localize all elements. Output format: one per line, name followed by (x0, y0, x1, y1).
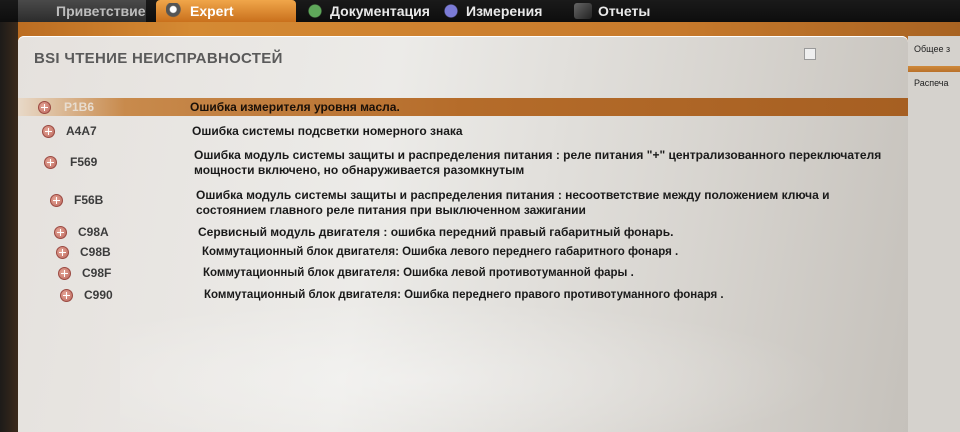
expand-plus-icon[interactable] (56, 246, 69, 259)
fault-code: P1B6 (64, 100, 95, 114)
panel-minimize-button[interactable] (804, 48, 816, 60)
fault-row[interactable]: F56B Ошибка модуль системы защиты и расп… (18, 188, 908, 224)
tab-measurements-label: Измерения (466, 3, 543, 19)
fault-row[interactable]: C98B Коммутационный блок двигателя: Ошиб… (18, 244, 908, 262)
panel-title: BSI ЧТЕНИЕ НЕИСПРАВНОСТЕЙ (34, 50, 283, 67)
left-edge (0, 22, 18, 432)
expand-plus-icon[interactable] (58, 267, 71, 280)
expand-plus-icon[interactable] (44, 156, 57, 169)
fault-code: C98F (82, 266, 112, 280)
expand-plus-icon[interactable] (60, 289, 73, 302)
side-separator (908, 66, 960, 72)
fault-code: F569 (70, 155, 98, 169)
fault-description: Ошибка модуль системы защиты и распредел… (196, 188, 830, 217)
tab-expert-label: Expert (190, 3, 234, 19)
fault-code: A4A7 (66, 124, 97, 138)
expand-plus-icon[interactable] (54, 226, 67, 239)
tab-reports[interactable]: Отчеты (574, 0, 650, 22)
fault-row[interactable]: C990 Коммутационный блок двигателя: Ошиб… (18, 287, 908, 305)
fault-description: Ошибка измерителя уровня масла. (190, 100, 400, 114)
tab-measurements[interactable]: Измерения (442, 0, 542, 22)
fault-row[interactable]: F569 Ошибка модуль системы защиты и расп… (18, 148, 908, 184)
fault-description: Ошибка системы подсветки номерного знака (192, 124, 463, 138)
fault-description: Сервисный модуль двигателя : ошибка пере… (198, 225, 674, 239)
fault-code: C98A (78, 225, 109, 239)
tab-welcome-label: Приветствие (56, 3, 146, 19)
fault-description: Коммутационный блок двигателя: Ошибка пе… (204, 289, 724, 301)
tab-reports-label: Отчеты (598, 3, 651, 19)
expert-icon (166, 3, 184, 19)
fault-description: Коммутационный блок двигателя: Ошибка ле… (202, 246, 679, 258)
fault-code: C98B (80, 245, 111, 259)
fault-description: Ошибка модуль системы защиты и распредел… (194, 148, 882, 177)
fault-row[interactable]: A4A7 Ошибка системы подсветки номерного … (18, 122, 908, 142)
fault-description: Коммутационный блок двигателя: Ошибка ле… (203, 267, 634, 279)
expand-plus-icon[interactable] (50, 194, 63, 207)
side-tab-print[interactable]: Распеча (914, 78, 948, 88)
reports-icon (574, 3, 592, 19)
fault-row[interactable]: C98F Коммутационный блок двигателя: Ошиб… (18, 265, 908, 283)
tab-documentation[interactable]: Документация (302, 0, 430, 22)
expand-plus-icon[interactable] (38, 101, 51, 114)
fault-code: F56B (74, 193, 104, 207)
tab-welcome[interactable]: Приветствие (18, 0, 146, 22)
expand-plus-icon[interactable] (42, 125, 55, 138)
main-tab-bar: Приветствие Expert Документация Измерени… (0, 0, 960, 24)
side-tab-general[interactable]: Общее з (914, 44, 950, 54)
documentation-icon (306, 3, 324, 19)
fault-row[interactable]: P1B6 Ошибка измерителя уровня масла. (18, 98, 908, 116)
tab-documentation-label: Документация (330, 3, 430, 19)
measurements-icon (442, 3, 460, 19)
fault-code: C990 (84, 288, 113, 302)
tab-expert[interactable]: Expert (156, 0, 296, 22)
fault-row[interactable]: C98A Сервисный модуль двигателя : ошибка… (18, 224, 908, 242)
side-tabs: Общее з Распеча (908, 36, 960, 432)
